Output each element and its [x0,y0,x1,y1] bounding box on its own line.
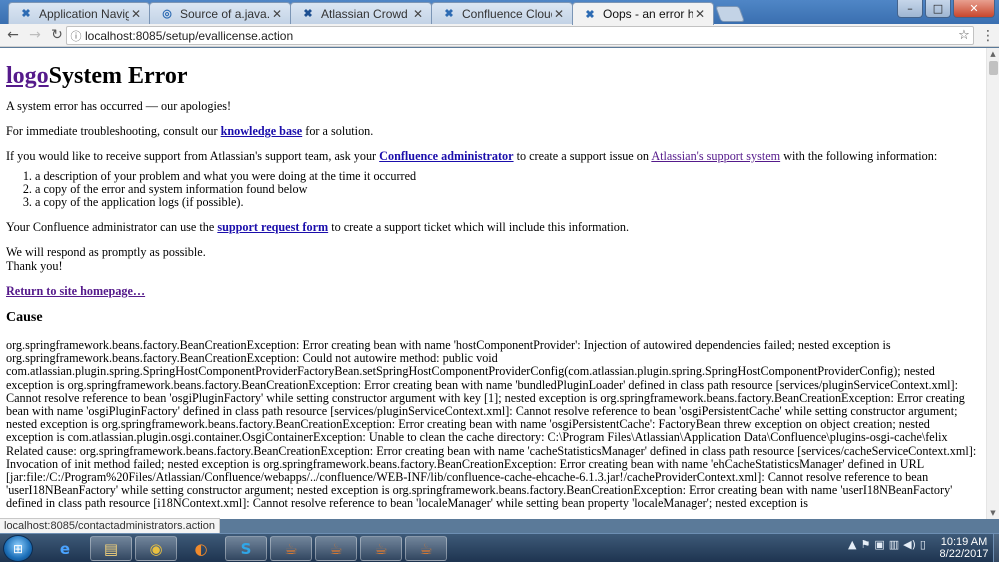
tab-title: Atlassian Crowd - View a [321,6,411,21]
tab-confluence-cloud[interactable]: ✖ Confluence Cloud suppo ✕ [431,2,573,24]
scroll-up-icon[interactable]: ▲ [987,48,999,60]
support-system-link[interactable]: Atlassian's support system [651,149,780,163]
atlassian-icon: ✖ [21,8,31,20]
show-desktop-button[interactable] [993,534,999,562]
knowledge-base-link[interactable]: knowledge base [221,124,303,138]
info-list: a description of your problem and what y… [35,169,980,210]
start-button[interactable]: ⊞ [3,535,33,562]
java-icon[interactable]: ☕ [315,536,357,561]
tray-expand-icon[interactable]: ▲ [848,538,856,551]
bookmark-star-icon[interactable]: ☆ [955,28,973,43]
volume-icon[interactable]: ◀) [903,538,916,551]
clock-time: 10:19 AM [940,536,988,548]
close-tab-icon[interactable]: ✕ [693,7,707,21]
support-request-form-link[interactable]: support request form [217,220,328,234]
intro-text: A system error has occurred — our apolog… [6,99,232,113]
logo[interactable]: logo [6,63,49,89]
network-icon[interactable]: ▥ [889,538,899,551]
list-item: a description of your problem and what y… [35,169,980,183]
forward-arrow-icon[interactable]: → [24,25,46,45]
tab-application-navigator[interactable]: ✖ Application Navigator - ¦ ✕ [8,2,150,24]
support-text: If you would like to receive support fro… [6,149,938,164]
java-icon[interactable]: ☕ [270,536,312,561]
reload-icon[interactable]: ↻ [46,25,68,45]
window-controls: – □ ✕ [897,0,995,18]
cause-heading: Cause [6,310,43,326]
close-tab-icon[interactable]: ✕ [552,7,566,21]
windows-taskbar: ⊞ e ▤ ◉ ◐ S ☕ ☕ ☕ ☕ ▲ ⚑ ▣ ▥ ◀) ▯ 10:19 A… [0,533,999,562]
java-icon[interactable]: ☕ [405,536,447,561]
clock-date: 8/22/2017 [939,548,989,560]
close-tab-icon[interactable]: ✕ [411,7,425,21]
scroll-down-icon[interactable]: ▼ [987,507,999,519]
tab-strip: ✖ Application Navigator - ¦ ✕ ◎ Source o… [0,0,999,25]
page-viewport: logoSystem Error A system error has occu… [0,48,986,519]
chrome-icon[interactable]: ◉ [135,536,177,561]
thanks-text: Thank you! [6,258,63,273]
status-url-bubble: localhost:8085/contactadministrators.act… [0,518,220,533]
respond-text: We will respond as promptly as possible.… [6,245,206,273]
info-icon[interactable]: ⓘ [67,28,85,44]
browser-toolbar: ← → ↻ ⓘ localhost:8085/setup/evallicense… [0,24,999,47]
close-tab-icon[interactable]: ✕ [270,7,284,21]
close-window-icon[interactable]: ✕ [953,0,995,18]
system-tray: ▲ ⚑ ▣ ▥ ◀) ▯ [848,538,926,551]
vertical-scrollbar[interactable]: ▲ ▼ [986,48,999,519]
firefox-icon[interactable]: ◐ [180,536,222,561]
sourcetree-icon: ◎ [162,8,172,20]
menu-icon[interactable]: ⋮ [980,26,996,45]
back-arrow-icon[interactable]: ← [2,25,24,45]
confluence-icon: ✖ [585,8,595,21]
crowd-icon: ✖ [303,8,313,20]
power-icon[interactable]: ▯ [920,538,926,551]
cause-stacktrace: org.springframework.beans.factory.BeanCr… [6,338,977,511]
skype-icon[interactable]: S [225,536,267,561]
support-form-text: Your Confluence administrator can use th… [6,220,630,235]
tab-title: Confluence Cloud suppo [462,6,552,21]
tab-atlassian-crowd[interactable]: ✖ Atlassian Crowd - View a ✕ [290,2,432,24]
address-bar[interactable]: ⓘ localhost:8085/setup/evallicense.actio… [66,26,974,45]
tab-title: Source of a.java.txt - Sou [180,6,270,21]
troubleshoot-text: For immediate troubleshooting, consult o… [6,124,374,139]
internet-explorer-icon[interactable]: e [44,536,86,561]
list-item: a copy of the application logs (if possi… [35,195,980,209]
confluence-icon: ✖ [444,8,454,20]
file-explorer-icon[interactable]: ▤ [90,536,132,561]
tab-source-java[interactable]: ◎ Source of a.java.txt - Sou ✕ [149,2,291,24]
java-icon[interactable]: ☕ [360,536,402,561]
confluence-admin-link[interactable]: Confluence administrator [379,149,513,163]
tab-oops-error[interactable]: ✖ Oops - an error has occu ✕ [572,2,714,25]
tab-title: Application Navigator - ¦ [39,6,129,21]
clock[interactable]: 10:19 AM 8/22/2017 [936,536,992,560]
page-title-text: System Error [48,63,188,89]
tab-title: Oops - an error has occu [603,7,693,21]
maximize-icon[interactable]: □ [925,0,951,18]
new-tab-button[interactable] [715,6,745,22]
scroll-thumb[interactable] [989,61,998,75]
flag-icon[interactable]: ⚑ [860,538,870,551]
close-tab-icon[interactable]: ✕ [129,7,143,21]
display-icon[interactable]: ▣ [874,538,884,551]
minimize-icon[interactable]: – [897,0,923,18]
error-page: logoSystem Error A system error has occu… [0,48,986,511]
page-title: logoSystem Error [6,61,980,91]
address-url[interactable]: localhost:8085/setup/evallicense.action [85,29,955,43]
return-homepage-link[interactable]: Return to site homepage… [6,284,145,298]
